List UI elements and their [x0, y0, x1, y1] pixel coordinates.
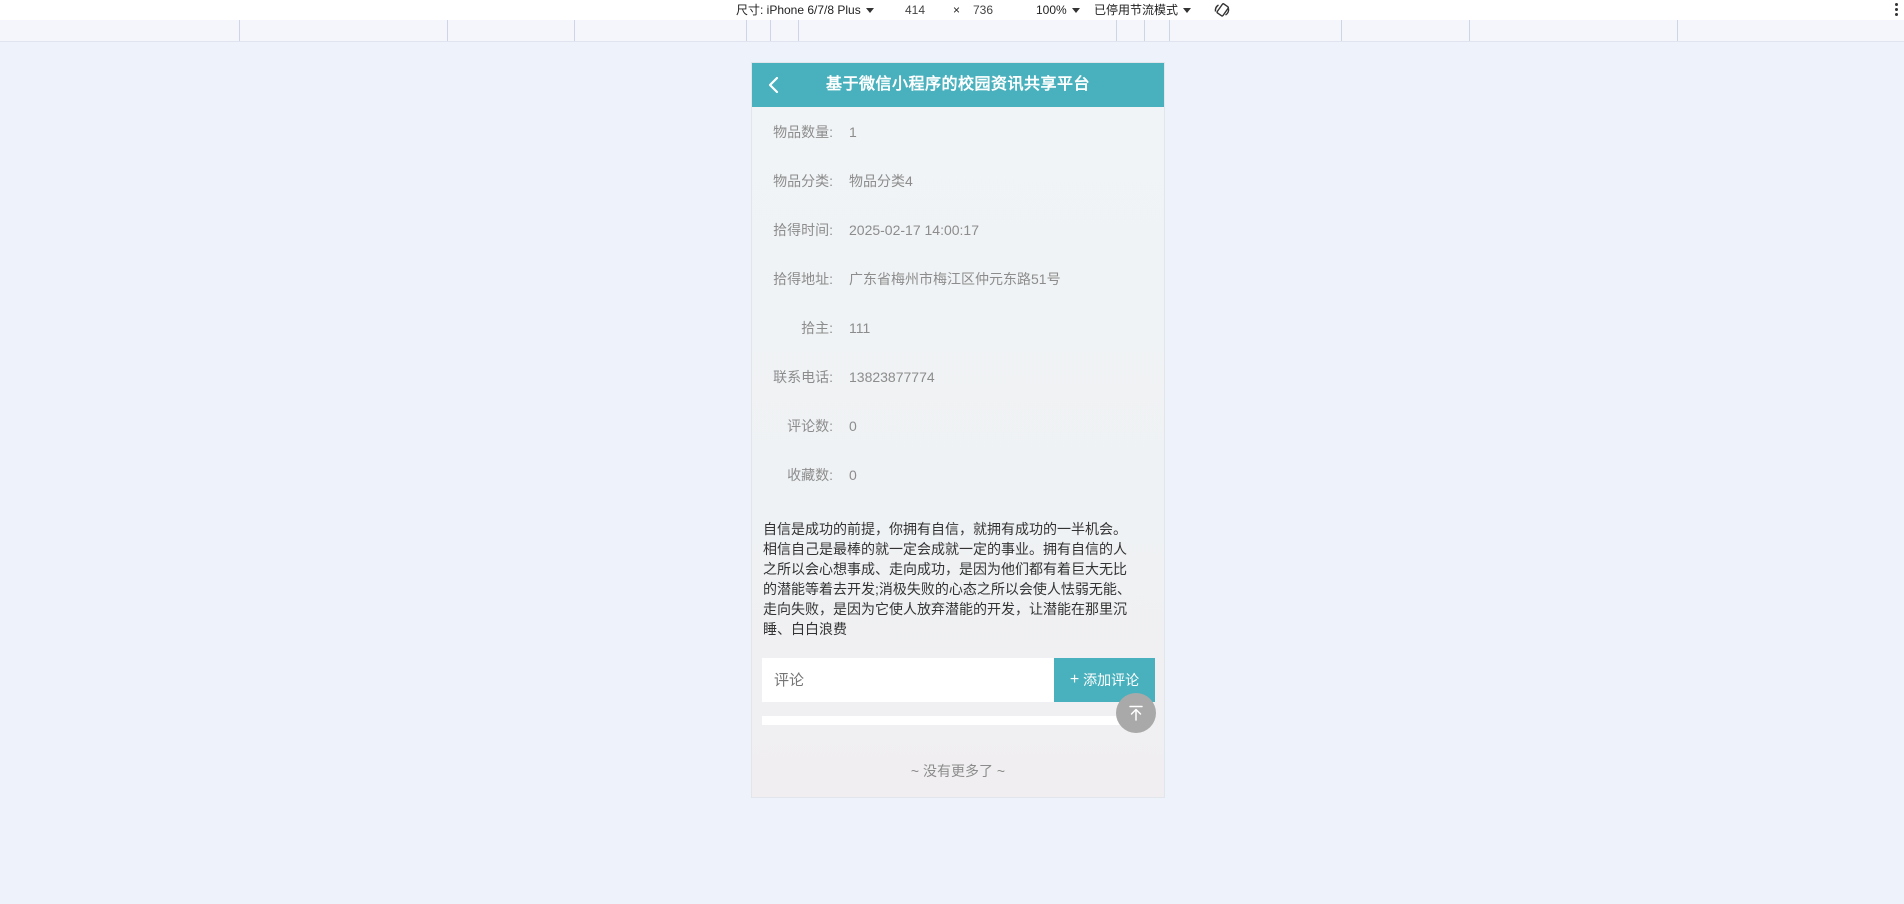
- chevron-down-icon: [1183, 8, 1192, 14]
- field-row-favorite-count: 收藏数: 0: [752, 450, 1164, 499]
- field-row-found-address: 拾得地址: 广东省梅州市梅江区仲元东路51号: [752, 254, 1164, 303]
- rotate-icon[interactable]: [1213, 1, 1231, 19]
- field-label: 物品数量:: [773, 123, 833, 140]
- dimension-separator: ×: [953, 3, 961, 17]
- field-label: 联系电话:: [773, 368, 833, 385]
- ruler-tick[interactable]: [447, 20, 448, 41]
- page-title: 基于微信小程序的校园资讯共享平台: [825, 76, 1090, 93]
- plus-icon: +: [1069, 671, 1080, 688]
- device-select[interactable]: 尺寸: iPhone 6/7/8 Plus: [736, 2, 874, 18]
- field-row-category: 物品分类: 物品分类4: [752, 156, 1164, 205]
- nav-bar: 基于微信小程序的校园资讯共享平台: [752, 63, 1164, 107]
- field-label: 拾得地址:: [773, 270, 833, 287]
- field-value: 物品分类4: [849, 172, 913, 189]
- device-size-label: 尺寸: iPhone 6/7/8 Plus: [736, 3, 861, 17]
- comment-input[interactable]: [762, 658, 1054, 702]
- field-value: 2025-02-17 14:00:17: [849, 221, 979, 238]
- field-row-comment-count: 评论数: 0: [752, 401, 1164, 450]
- detail-info-list: 物品数量: 1 物品分类: 物品分类4 拾得时间: 2025-02-17 14:…: [752, 107, 1164, 499]
- ruler-tick[interactable]: [1341, 20, 1342, 41]
- zoom-label: 100%: [1036, 3, 1067, 17]
- field-label: 拾主:: [801, 319, 833, 336]
- ruler-tick[interactable]: [574, 20, 575, 41]
- height-field[interactable]: 736: [973, 2, 993, 18]
- field-row-found-time: 拾得时间: 2025-02-17 14:00:17: [752, 205, 1164, 254]
- field-value: 1: [849, 123, 857, 140]
- media-query-ruler: [0, 20, 1904, 42]
- field-label: 拾得时间:: [773, 221, 833, 238]
- chevron-down-icon: [865, 8, 874, 14]
- ruler-tick[interactable]: [746, 20, 747, 41]
- throttle-label: 已停用节流模式: [1094, 3, 1179, 17]
- field-row-phone: 联系电话: 13823877774: [752, 352, 1164, 401]
- field-value: 13823877774: [849, 368, 935, 385]
- back-to-top-button[interactable]: [1116, 693, 1156, 733]
- chevron-down-icon: [1071, 8, 1080, 14]
- ruler-tick[interactable]: [1469, 20, 1470, 41]
- ruler-tick[interactable]: [798, 20, 799, 41]
- field-value: 0: [849, 417, 857, 434]
- field-row-finder: 拾主: 111: [752, 303, 1164, 352]
- ruler-tick[interactable]: [1144, 20, 1145, 41]
- arrow-up-to-top-icon: [1129, 705, 1143, 721]
- ruler-tick[interactable]: [1116, 20, 1117, 41]
- add-comment-label: 添加评论: [1083, 672, 1140, 688]
- field-value: 广东省梅州市梅江区仲元东路51号: [849, 270, 1061, 287]
- ruler-tick[interactable]: [770, 20, 771, 41]
- field-label: 收藏数:: [787, 466, 833, 483]
- width-field[interactable]: 414: [905, 2, 925, 18]
- field-label: 评论数:: [787, 417, 833, 434]
- comment-bar: + 添加评论: [762, 658, 1155, 702]
- item-description: 自信是成功的前提，你拥有自信，就拥有成功的一半机会。相信自己是最棒的就一定会成就…: [763, 521, 1131, 637]
- comment-list: [762, 716, 1138, 725]
- more-vertical-icon[interactable]: [1894, 2, 1898, 18]
- field-value: 0: [849, 466, 857, 483]
- ruler-tick[interactable]: [1169, 20, 1170, 41]
- field-label: 物品分类:: [773, 172, 833, 189]
- phone-viewport: 基于微信小程序的校园资讯共享平台 物品数量: 1 物品分类: 物品分类4 拾得时…: [751, 62, 1165, 798]
- throttle-select[interactable]: 已停用节流模式: [1094, 2, 1192, 18]
- devtools-device-toolbar: 尺寸: iPhone 6/7/8 Plus 414 × 736 100% 已停用…: [0, 0, 1904, 20]
- ruler-tick[interactable]: [1677, 20, 1678, 41]
- zoom-select[interactable]: 100%: [1036, 2, 1080, 18]
- field-value: 111: [849, 319, 871, 336]
- no-more-text: ~ 没有更多了 ~: [910, 763, 1006, 779]
- field-row-quantity: 物品数量: 1: [752, 107, 1164, 156]
- ruler-tick[interactable]: [239, 20, 240, 41]
